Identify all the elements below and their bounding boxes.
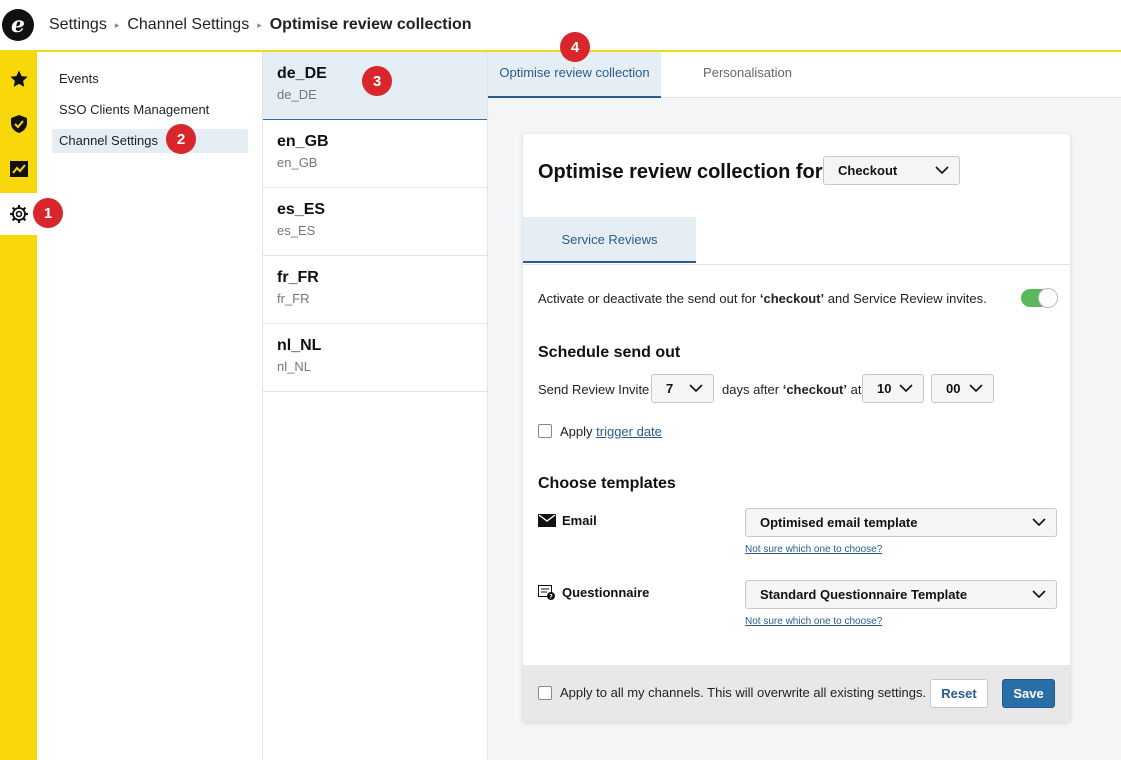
locale-subtitle: fr_FR [277, 291, 310, 306]
email-help-link[interactable]: Not sure which one to choose? [745, 544, 882, 555]
apply-all-channels-label: Apply to all my channels. This will over… [560, 685, 927, 700]
annotation-badge-3: 3 [362, 66, 392, 96]
locale-subtitle: nl_NL [277, 359, 311, 374]
chevron-down-icon [935, 165, 949, 174]
annotation-badge-4: 4 [560, 32, 590, 62]
annotation-badge-1: 1 [33, 198, 63, 228]
breadcrumb-settings[interactable]: Settings [49, 16, 107, 34]
rail-item-analytics[interactable] [0, 148, 37, 190]
locale-subtitle: es_ES [277, 223, 316, 238]
trigger-select[interactable]: Checkout [823, 156, 960, 185]
shield-check-icon [10, 115, 27, 133]
breadcrumb-separator-icon: ▸ [114, 19, 120, 30]
trigger-select-value: Checkout [838, 163, 898, 178]
subtab-service-reviews[interactable]: Service Reviews [523, 217, 696, 263]
locale-code: nl_NL [277, 337, 322, 354]
card-title: Optimise review collection for: [538, 161, 830, 183]
chevron-down-icon [969, 383, 983, 392]
days-select-value: 7 [666, 381, 674, 396]
breadcrumb-separator-icon: ▸ [257, 19, 262, 30]
chevron-down-icon [899, 383, 913, 392]
locale-code: fr_FR [277, 269, 319, 286]
breadcrumb-channel-settings[interactable]: Channel Settings [127, 16, 249, 34]
minute-select[interactable]: 00 [931, 374, 994, 403]
tab-personalisation[interactable]: Personalisation [661, 52, 834, 98]
email-template-select[interactable]: Optimised email template [745, 508, 1057, 537]
breadcrumb-current-page: Optimise review collection [269, 16, 472, 33]
save-button[interactable]: Save [1002, 679, 1055, 708]
apply-trigger-date-label: Apply trigger date [560, 424, 662, 439]
rail-item-security[interactable] [0, 103, 37, 145]
questionnaire-help-link[interactable]: Not sure which one to choose? [745, 616, 882, 627]
hour-select-value: 10 [877, 381, 892, 396]
apply-all-channels-checkbox[interactable] [538, 686, 552, 700]
locale-code: es_ES [277, 201, 326, 218]
svg-text:?: ? [549, 594, 553, 601]
icon-rail [0, 52, 37, 760]
chart-icon [9, 161, 28, 177]
chevron-down-icon [1032, 589, 1046, 598]
questionnaire-template-label: ? Questionnaire [538, 585, 649, 600]
days-after-text: days after ‘checkout’ at [722, 382, 862, 397]
questionnaire-template-select[interactable]: Standard Questionnaire Template [745, 580, 1057, 609]
locale-item-nl-nl[interactable]: nl_NL nl_NL [263, 324, 487, 392]
questionnaire-icon: ? [538, 585, 555, 601]
hour-select[interactable]: 10 [862, 374, 924, 403]
locale-subtitle: en_GB [277, 155, 318, 170]
chevron-down-icon [1032, 517, 1046, 526]
settings-nav: Events SSO Clients Management Channel Se… [37, 52, 263, 760]
settings-card: Optimise review collection for: Checkout… [523, 134, 1070, 722]
rail-item-favorites[interactable] [0, 58, 37, 100]
reset-button[interactable]: Reset [930, 679, 988, 708]
nav-item-sso-clients[interactable]: SSO Clients Management [52, 98, 248, 122]
nav-item-events[interactable]: Events [52, 67, 248, 91]
activate-toggle[interactable] [1021, 288, 1058, 308]
schedule-heading: Schedule send out [538, 344, 681, 361]
locale-code: en_GB [277, 133, 329, 150]
send-invite-label: Send Review Invite [538, 382, 650, 397]
rail-item-settings[interactable] [0, 193, 37, 235]
email-template-label: Email [538, 513, 597, 528]
locale-list: de_DE de_DE en_GB en_GB es_ES es_ES fr_F… [263, 52, 488, 760]
email-template-value: Optimised email template [760, 515, 918, 530]
subtab-divider [523, 264, 1070, 265]
apply-trigger-date-checkbox[interactable] [538, 424, 552, 438]
locale-item-en-gb[interactable]: en_GB en_GB [263, 120, 487, 188]
gear-icon [9, 205, 28, 223]
breadcrumb: Settings ▸ Channel Settings ▸ Optimise r… [49, 16, 472, 34]
questionnaire-template-value: Standard Questionnaire Template [760, 587, 968, 602]
days-select[interactable]: 7 [651, 374, 714, 403]
templates-heading: Choose templates [538, 475, 676, 492]
locale-item-es-es[interactable]: es_ES es_ES [263, 188, 487, 256]
main-content: Optimise review collection Personalisati… [488, 52, 1121, 760]
trigger-date-link[interactable]: trigger date [596, 424, 662, 439]
star-icon [9, 70, 28, 87]
envelope-icon [538, 514, 556, 527]
chevron-down-icon [689, 383, 703, 392]
activate-text: Activate or deactivate the send out for … [538, 291, 987, 306]
minute-select-value: 00 [946, 381, 961, 396]
locale-item-fr-fr[interactable]: fr_FR fr_FR [263, 256, 487, 324]
app-logo[interactable]: e [2, 9, 34, 41]
card-footer: Apply to all my channels. This will over… [523, 665, 1070, 722]
toggle-knob [1038, 288, 1058, 308]
nav-item-channel-settings[interactable]: Channel Settings [52, 129, 248, 153]
annotation-badge-2: 2 [166, 124, 196, 154]
